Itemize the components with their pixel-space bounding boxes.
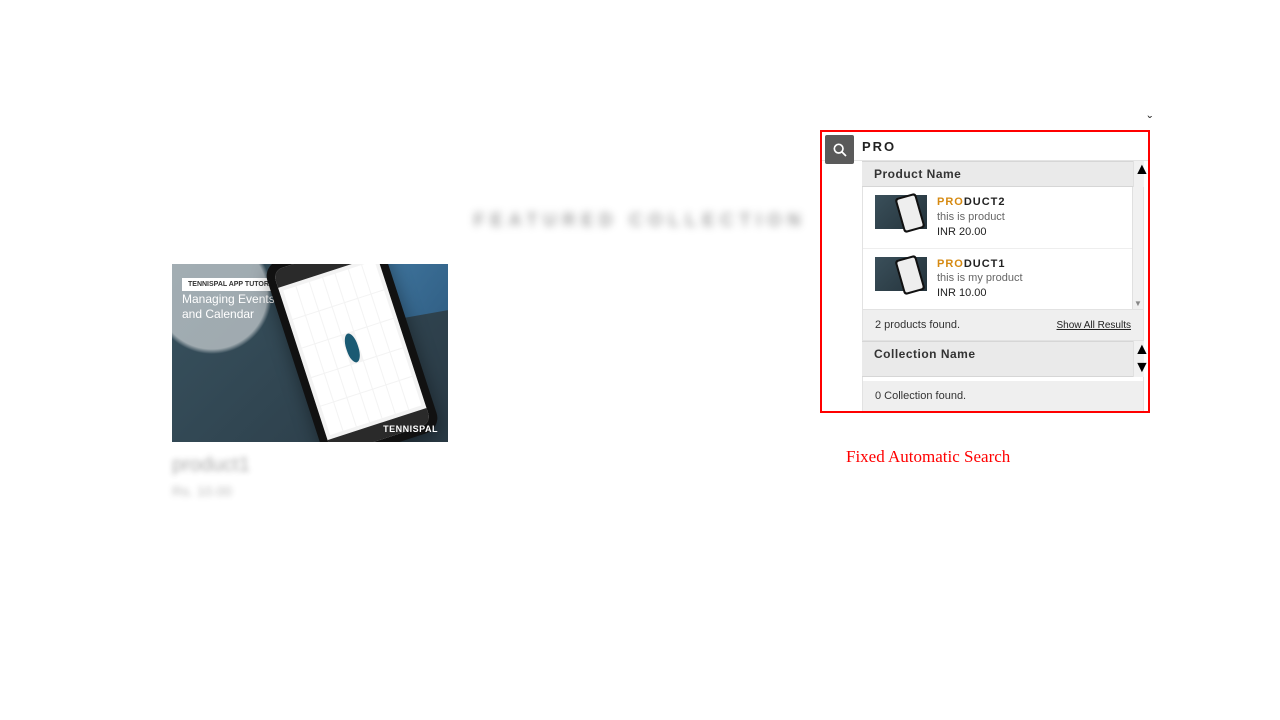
brand-logo: TENNISPAL	[383, 424, 438, 434]
featured-collection-heading: FEATURED COLLECTION	[474, 210, 807, 231]
product-title: product1	[172, 454, 448, 477]
show-all-results-link[interactable]: Show All Results	[1057, 320, 1131, 331]
product-thumbnail: TENNISPAL APP TUTORIAL Managing Events a…	[172, 264, 448, 442]
result-description: this is my product	[937, 271, 1023, 286]
annotation-caption: Fixed Automatic Search	[846, 447, 1010, 467]
thumbnail-overlay-text: Managing Events and Calendar	[182, 292, 275, 322]
result-title: PRODUCT1	[937, 257, 1023, 272]
result-price: INR 10.00	[937, 286, 1023, 301]
scrollbar[interactable]: ▲▼	[1133, 341, 1144, 377]
product-card[interactable]: TENNISPAL APP TUTORIAL Managing Events a…	[172, 264, 448, 499]
search-panel: Product Name ▲ ▼ PRODUCT2 this is produc…	[820, 130, 1150, 413]
search-icon[interactable]	[825, 135, 854, 164]
result-description: this is product	[937, 210, 1006, 225]
product-results-list: ▼ PRODUCT2 this is product INR 20.00 PRO…	[862, 187, 1144, 310]
result-thumbnail	[875, 257, 927, 291]
collection-section-header: Collection Name	[862, 341, 1133, 377]
scrollbar[interactable]: ▼	[1132, 187, 1143, 309]
product-section-header: Product Name	[862, 161, 1133, 187]
result-thumbnail	[875, 195, 927, 229]
product-price: Rs. 10.00	[172, 483, 448, 499]
chevron-down-icon[interactable]: ▼	[1133, 298, 1143, 309]
result-price: INR 20.00	[937, 225, 1006, 240]
products-status-row: 2 products found. Show All Results	[862, 310, 1144, 341]
result-title: PRODUCT2	[937, 195, 1006, 210]
collections-status-row: 0 Collection found.	[862, 381, 1144, 411]
search-result-item[interactable]: PRODUCT1 this is my product INR 10.00	[863, 249, 1143, 310]
scrollbar[interactable]: ▲	[1133, 161, 1144, 187]
collections-found-count: 0 Collection found.	[875, 390, 966, 402]
search-input[interactable]	[854, 132, 1148, 160]
products-found-count: 2 products found.	[875, 319, 960, 331]
search-result-item[interactable]: PRODUCT2 this is product INR 20.00	[863, 187, 1143, 249]
